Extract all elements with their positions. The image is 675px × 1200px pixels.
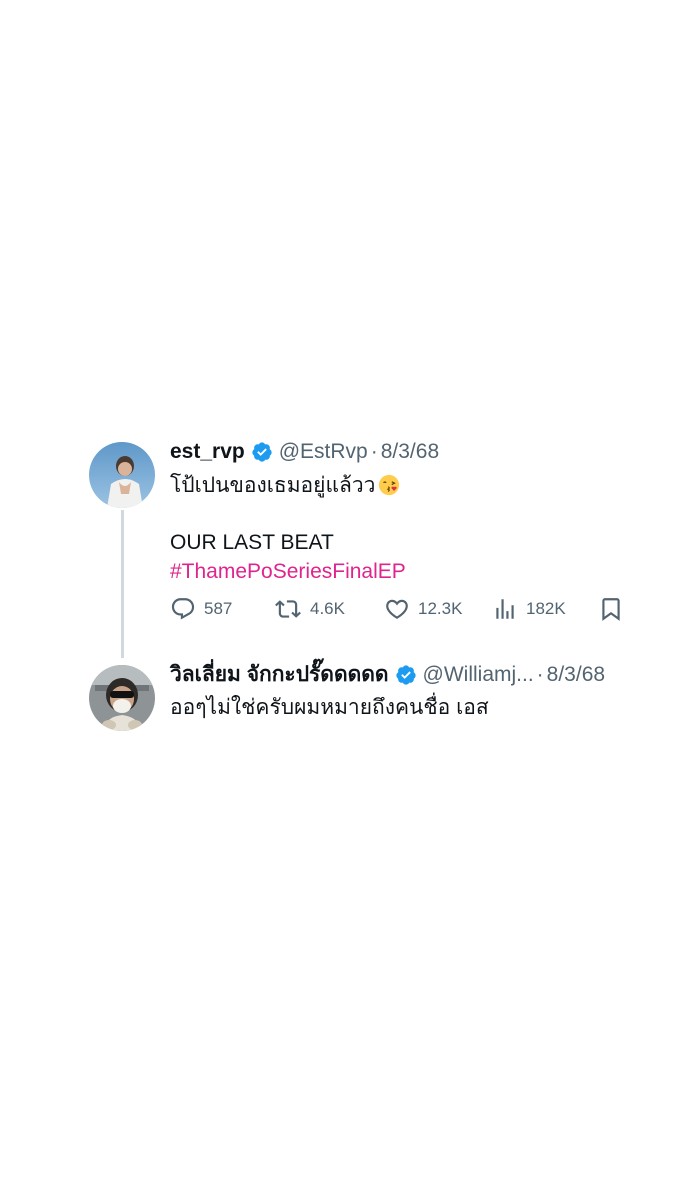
retweet-icon <box>275 600 301 618</box>
verified-badge-icon <box>395 665 416 685</box>
reply-display-name[interactable]: วิลเลี่ยม จักกะปรั๊ดดดดด <box>170 661 389 689</box>
reply-count: 587 <box>204 599 233 618</box>
tweet-thread-card: est_rvp @EstRvp · 8/3/68 โป้เปนของเธมอยู… <box>72 424 646 756</box>
thread-line <box>121 510 124 658</box>
avatar[interactable] <box>89 442 155 508</box>
hashtag-link[interactable]: #ThamePoSeriesFinalEP <box>170 558 406 586</box>
bookmark-icon <box>602 598 620 621</box>
tweet-text: โป้เปนของเธมอยู่แล้วว <box>170 474 376 497</box>
like-button[interactable]: 12.3K <box>384 596 462 622</box>
tweet-actions: 587 4.6K 12.3K 182K <box>170 596 630 626</box>
views-icon <box>496 599 514 619</box>
reply-user-handle[interactable]: @Williamj... <box>423 661 534 689</box>
separator-dot: · <box>370 440 378 463</box>
retweet-count: 4.6K <box>310 599 345 618</box>
views-button[interactable]: 182K <box>492 596 566 622</box>
tweet-date[interactable]: 8/3/68 <box>381 438 439 466</box>
reply-icon <box>171 598 195 620</box>
tweet-text-line-2: OUR LAST BEAT <box>170 531 334 554</box>
reply-avatar[interactable] <box>89 665 155 731</box>
kiss-face-emoji-icon <box>379 474 400 496</box>
user-handle[interactable]: @EstRvp <box>279 438 368 466</box>
view-count: 182K <box>526 599 566 618</box>
bookmark-button[interactable] <box>598 596 632 622</box>
verified-badge-icon <box>252 442 272 462</box>
like-count: 12.3K <box>418 599 463 618</box>
display-name[interactable]: est_rvp <box>170 438 245 466</box>
tweet-header: est_rvp @EstRvp · 8/3/68 <box>170 438 439 466</box>
retweet-button[interactable]: 4.6K <box>274 596 345 622</box>
separator-dot: · <box>536 663 544 686</box>
tweet-text-line: โป้เปนของเธมอยู่แล้วว <box>170 472 400 500</box>
reply-text: ออๆไม่ใช่ครับผมหมายถึงคนชื่อ เอส <box>170 696 489 719</box>
reply-date[interactable]: 8/3/68 <box>547 661 605 689</box>
reply-header: วิลเลี่ยม จักกะปรั๊ดดดดด @Williamj... · … <box>170 661 605 689</box>
reply-button[interactable]: 587 <box>170 596 232 622</box>
like-icon <box>386 599 408 619</box>
